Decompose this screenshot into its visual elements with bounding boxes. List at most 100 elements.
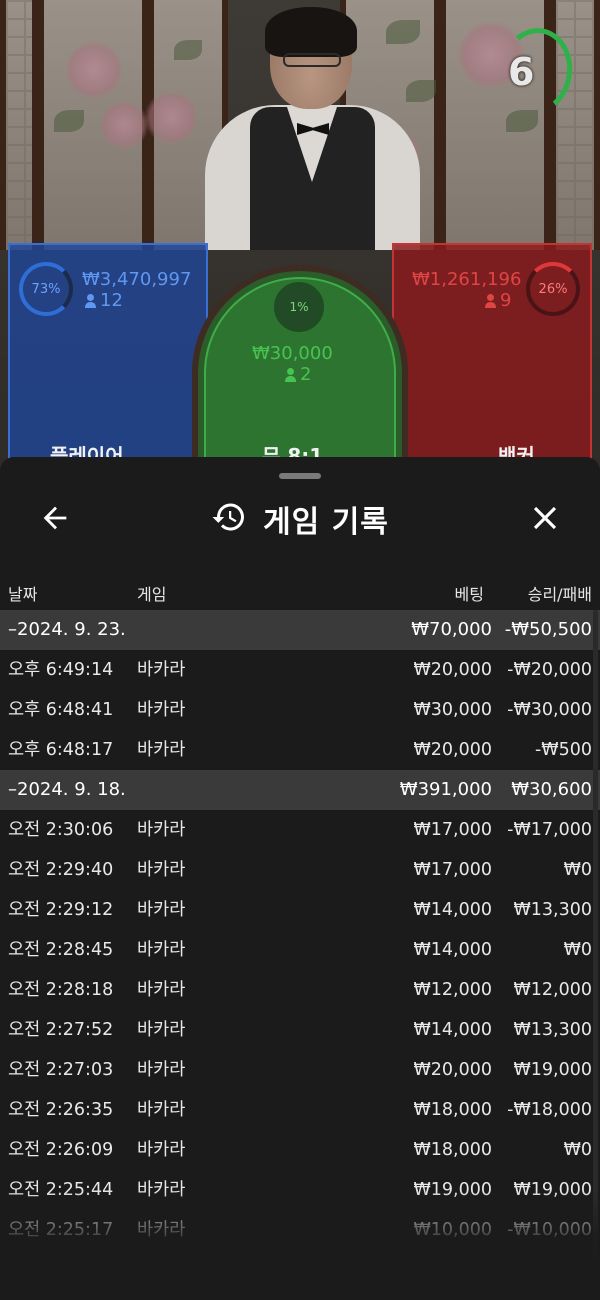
row-time: 오전 2:25:44	[8, 1180, 114, 1200]
row-game: 바카라	[137, 1140, 186, 1160]
tie-bettor-count: 2	[285, 365, 311, 385]
screen-panel	[0, 0, 38, 250]
sheet-title: 게임 기록	[263, 505, 389, 540]
row-bet: ₩20,000	[413, 1060, 492, 1080]
table-row: 오전 2:28:45 바카라 ₩14,000 ₩0	[0, 930, 600, 970]
history-list[interactable]: –2024. 9. 23. ₩70,000 -₩50,500 오후 6:49:14 바카…	[0, 610, 600, 1250]
countdown-timer: 6	[494, 23, 578, 119]
banker-percent-ring: 26%	[526, 262, 580, 316]
row-time: 오전 2:27:52	[8, 1020, 114, 1040]
banker-bet-amount: ₩1,261,196	[412, 269, 522, 290]
row-result: ₩19,000	[513, 1180, 592, 1200]
group-date: –2024. 9. 18.	[8, 779, 126, 800]
date-group-row[interactable]: –2024. 9. 18. ₩391,000 ₩30,600	[0, 770, 600, 810]
column-date: 날짜	[8, 585, 38, 604]
row-game: 바카라	[137, 860, 186, 880]
timer-progress-arc	[494, 23, 578, 119]
person-icon	[285, 368, 296, 382]
row-time: 오후 6:48:17	[8, 740, 114, 760]
row-bet: ₩19,000	[413, 1180, 492, 1200]
date-group-row[interactable]: –2024. 9. 23. ₩70,000 -₩50,500	[0, 610, 600, 650]
row-bet: ₩20,000	[413, 660, 492, 680]
row-bet: ₩10,000	[413, 1220, 492, 1240]
row-game: 바카라	[137, 940, 186, 960]
row-time: 오전 2:28:18	[8, 980, 114, 1000]
row-result: ₩30,600	[511, 779, 592, 800]
row-bet: ₩18,000	[413, 1100, 492, 1120]
row-bet: ₩17,000	[413, 820, 492, 840]
table-row: 오전 2:27:03 바카라 ₩20,000 ₩19,000	[0, 1050, 600, 1090]
table-header: 날짜 게임 베팅 승리/패배	[0, 577, 600, 605]
banker-count-value: 9	[500, 290, 512, 311]
tie-percent: 1%	[289, 300, 309, 314]
row-game: 바카라	[137, 740, 186, 760]
person-icon	[85, 294, 96, 308]
arrow-left-icon	[38, 501, 72, 539]
table-row: 오후 6:48:17 바카라 ₩20,000 -₩500	[0, 730, 600, 770]
row-time: 오전 2:27:03	[8, 1060, 114, 1080]
timer-value: 6	[508, 50, 535, 94]
table-row: 오후 6:49:14 바카라 ₩20,000 -₩20,000	[0, 650, 600, 690]
row-bet: ₩20,000	[413, 740, 492, 760]
row-result: -₩18,000	[507, 1100, 592, 1120]
row-game: 바카라	[137, 820, 186, 840]
history-clock-icon	[211, 499, 247, 539]
row-bet: ₩14,000	[413, 900, 492, 920]
row-game: 바카라	[137, 1020, 186, 1040]
row-time: 오전 2:29:12	[8, 900, 114, 920]
row-result: -₩50,500	[504, 619, 592, 640]
table-row: 오전 2:25:44 바카라 ₩19,000 ₩19,000	[0, 1170, 600, 1210]
scrollbar[interactable]	[593, 610, 598, 1260]
banker-bettor-count: 9	[485, 291, 511, 311]
row-result: ₩13,300	[513, 900, 592, 920]
table-row: 오전 2:26:09 바카라 ₩18,000 ₩0	[0, 1130, 600, 1170]
row-time: 오전 2:29:40	[8, 860, 114, 880]
row-bet: ₩14,000	[413, 940, 492, 960]
row-result: -₩10,000	[507, 1220, 592, 1240]
row-bet: ₩30,000	[413, 700, 492, 720]
player-percent-ring: 73%	[19, 262, 73, 316]
row-result: -₩500	[534, 740, 592, 760]
sheet-drag-handle[interactable]	[279, 473, 321, 479]
row-time: 오전 2:26:09	[8, 1140, 114, 1160]
row-game: 바카라	[137, 700, 186, 720]
row-bet: ₩70,000	[411, 619, 492, 640]
row-result: ₩0	[563, 940, 592, 960]
row-game: 바카라	[137, 1060, 186, 1080]
back-button[interactable]	[34, 499, 76, 541]
row-result: ₩19,000	[513, 1060, 592, 1080]
person-icon	[485, 294, 496, 308]
table-row: 오전 2:29:40 바카라 ₩17,000 ₩0	[0, 850, 600, 890]
row-result: -₩30,000	[507, 700, 592, 720]
row-game: 바카라	[137, 1100, 186, 1120]
screen-panel	[38, 0, 149, 250]
dealer	[205, 5, 420, 250]
table-row: 오전 2:28:18 바카라 ₩12,000 ₩12,000	[0, 970, 600, 1010]
row-time: 오전 2:26:35	[8, 1100, 114, 1120]
row-game: 바카라	[137, 660, 186, 680]
column-game: 게임	[137, 585, 167, 604]
title-group: 게임 기록	[0, 491, 600, 547]
row-bet: ₩391,000	[399, 779, 492, 800]
table-row: 오후 6:48:41 바카라 ₩30,000 -₩30,000	[0, 690, 600, 730]
tie-percent-ring: 1%	[274, 282, 324, 332]
table-row: 오전 2:30:06 바카라 ₩17,000 -₩17,000	[0, 810, 600, 850]
close-button[interactable]	[524, 499, 566, 541]
player-bet-amount: ₩3,470,997	[82, 269, 192, 290]
row-time: 오후 6:48:41	[8, 700, 114, 720]
player-percent: 73%	[31, 281, 61, 297]
row-time: 오전 2:30:06	[8, 820, 114, 840]
group-date: –2024. 9. 23.	[8, 619, 126, 640]
sheet-header: 게임 기록	[0, 491, 600, 547]
player-bettor-count: 12	[85, 291, 123, 311]
row-time: 오후 6:49:14	[8, 660, 114, 680]
table-row: 오전 2:26:35 바카라 ₩18,000 -₩18,000	[0, 1090, 600, 1130]
row-bet: ₩12,000	[413, 980, 492, 1000]
row-game: 바카라	[137, 1180, 186, 1200]
row-result: ₩0	[563, 1140, 592, 1160]
row-game: 바카라	[137, 1220, 186, 1240]
banker-percent: 26%	[538, 281, 568, 297]
row-bet: ₩14,000	[413, 1020, 492, 1040]
row-game: 바카라	[137, 980, 186, 1000]
table-row: 오전 2:25:17 바카라 ₩10,000 -₩10,000	[0, 1210, 600, 1250]
